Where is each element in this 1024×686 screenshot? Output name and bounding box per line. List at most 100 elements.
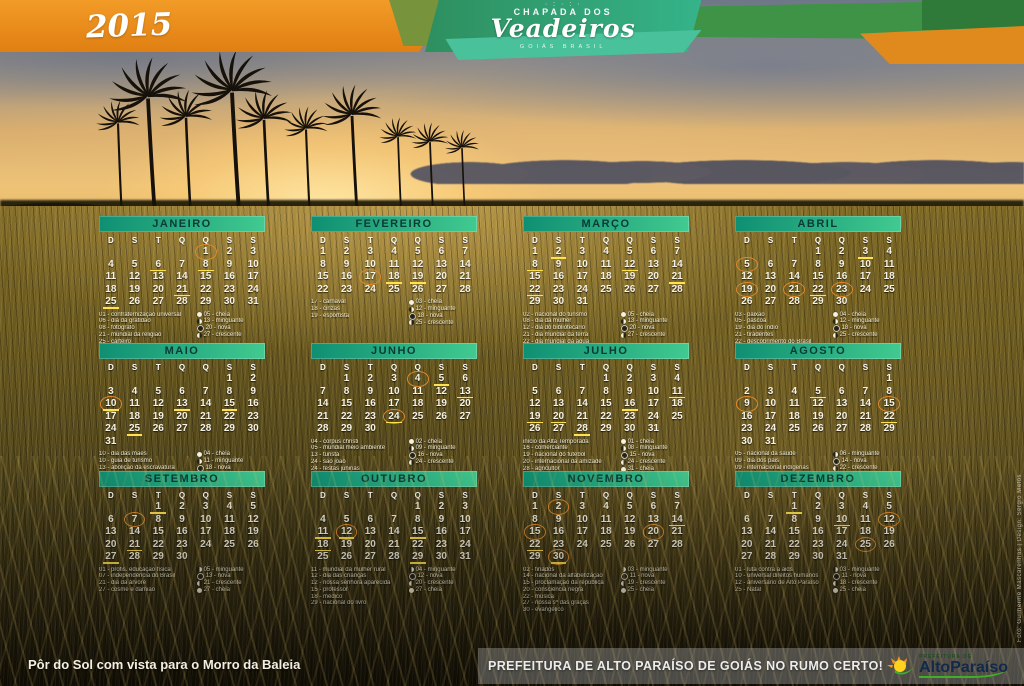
note-line: 08 - dia da mulher	[523, 318, 617, 325]
day-cell: 8	[218, 386, 242, 399]
day-cell: 6	[547, 386, 571, 399]
day-cell: 21	[782, 284, 806, 297]
day-cell: 15	[806, 271, 830, 284]
day-cell: 19	[806, 411, 830, 424]
day-cell: 3	[642, 373, 666, 386]
day-cell: 8	[806, 259, 830, 272]
day-cell: 25	[877, 284, 901, 297]
calendar-week: 23242526272829	[735, 423, 901, 436]
day-cell: 5	[735, 259, 759, 272]
brand-subtitle: GOIÁS BRASIL	[425, 44, 701, 50]
calendar-week: 12	[99, 373, 265, 386]
moon-crescente-icon	[621, 333, 626, 338]
day-cell: 26	[146, 423, 170, 436]
day-cell: 10	[241, 259, 265, 272]
day-cell: 23	[830, 284, 854, 297]
dark-green-corner	[922, 0, 1024, 30]
calendar-week: 3456789	[99, 386, 265, 399]
day-cell: 22	[594, 411, 618, 424]
month-block: MARÇODSTQQSS1234567891011121314151617181…	[523, 216, 689, 343]
weekday-label: Q	[194, 362, 218, 373]
month-title: FEVEREIRO	[311, 216, 477, 232]
calendar-week: 18192021222324	[99, 284, 265, 297]
weekday-row: DSTQQSS	[311, 362, 477, 373]
day-cell: 27	[547, 423, 571, 436]
moon-cheia-icon	[409, 300, 414, 305]
day-cell: 12	[406, 259, 430, 272]
commemorative-dates: 17 - carnaval18 - cinzas19 - esportista	[311, 299, 405, 326]
day-cell: 29	[194, 296, 218, 309]
day-cell: 25	[406, 411, 430, 424]
day-cell: 4	[406, 373, 430, 386]
day-cell: 25	[99, 296, 123, 309]
month-title: JUNHO	[311, 343, 477, 359]
month-title: MAIO	[99, 343, 265, 359]
day-cell: 30	[358, 423, 382, 436]
moon-minguante-icon	[197, 319, 202, 324]
day-cell: 2	[830, 246, 854, 259]
moon-nova-icon	[833, 325, 840, 332]
day-cell: 16	[547, 271, 571, 284]
day-cell	[430, 423, 454, 436]
calendar-week: 1234567	[311, 246, 477, 259]
day-cell	[241, 436, 265, 449]
day-cell	[782, 246, 806, 259]
day-cell	[194, 373, 218, 386]
day-cell: 8	[335, 386, 359, 399]
moon-minguante-icon	[621, 446, 626, 451]
moon-nova-icon	[621, 325, 628, 332]
day-cell: 30	[830, 296, 854, 309]
day-cell: 22	[194, 284, 218, 297]
day-cell: 9	[547, 259, 571, 272]
calendar-week: 2627282930	[735, 296, 901, 309]
brand-logo: · : · : · CHAPADA DOS Veadeiros GOIÁS BR…	[425, 2, 701, 50]
day-cell: 25	[594, 284, 618, 297]
weekday-label: S	[759, 362, 783, 373]
day-cell	[311, 373, 335, 386]
month-title: AGOSTO	[735, 343, 901, 359]
calendar-week: 15161718192021	[311, 271, 477, 284]
note-line: 21 - dia mundial da terra	[523, 332, 617, 339]
day-cell	[123, 246, 147, 259]
sun-leaf-icon	[885, 654, 915, 678]
calendar-week: 16171819202122	[735, 411, 901, 424]
calendar-week: 567891011	[523, 386, 689, 399]
weekday-row: DSTQQSS	[735, 362, 901, 373]
calendar-week: 123456	[311, 373, 477, 386]
day-cell: 5	[123, 259, 147, 272]
day-cell: 2	[358, 373, 382, 386]
moon-phases: 03 - cheia12 - minguante18 - nova25 - cr…	[409, 299, 477, 326]
day-cell: 22	[218, 411, 242, 424]
day-cell: 16	[358, 398, 382, 411]
day-cell: 13	[642, 259, 666, 272]
day-cell: 21	[170, 284, 194, 297]
day-cell: 1	[311, 246, 335, 259]
day-cell: 13	[170, 398, 194, 411]
calendar-week: 262728293031	[523, 423, 689, 436]
day-cell: 19	[406, 271, 430, 284]
day-cell: 17	[99, 411, 123, 424]
weekday-label: Q	[830, 362, 854, 373]
month-title: JULHO	[523, 343, 689, 359]
day-cell	[735, 373, 759, 386]
day-cell: 10	[382, 386, 406, 399]
weekday-row: DSTQQSS	[99, 235, 265, 246]
day-cell: 24	[382, 411, 406, 424]
day-cell: 2	[241, 373, 265, 386]
month-block: MAIODSTQQSS12345678910111213141516171819…	[99, 343, 265, 471]
calendar-week: 9101112131415	[735, 398, 901, 411]
calendar-week: 12131415161718	[523, 398, 689, 411]
day-cell: 3	[854, 246, 878, 259]
day-cell: 20	[430, 271, 454, 284]
moon-label: 27 - crescente	[628, 332, 666, 339]
weekday-label: D	[99, 235, 123, 246]
day-cell: 9	[358, 386, 382, 399]
day-cell: 18	[406, 398, 430, 411]
day-cell: 20	[146, 284, 170, 297]
calendar-week: 22232425262728	[311, 284, 477, 297]
note-line: 02 - nacional do turismo	[523, 312, 617, 319]
day-cell: 11	[406, 386, 430, 399]
day-cell: 25	[782, 423, 806, 436]
day-cell: 31	[642, 423, 666, 436]
moon-label: 18 - nova	[418, 313, 443, 320]
